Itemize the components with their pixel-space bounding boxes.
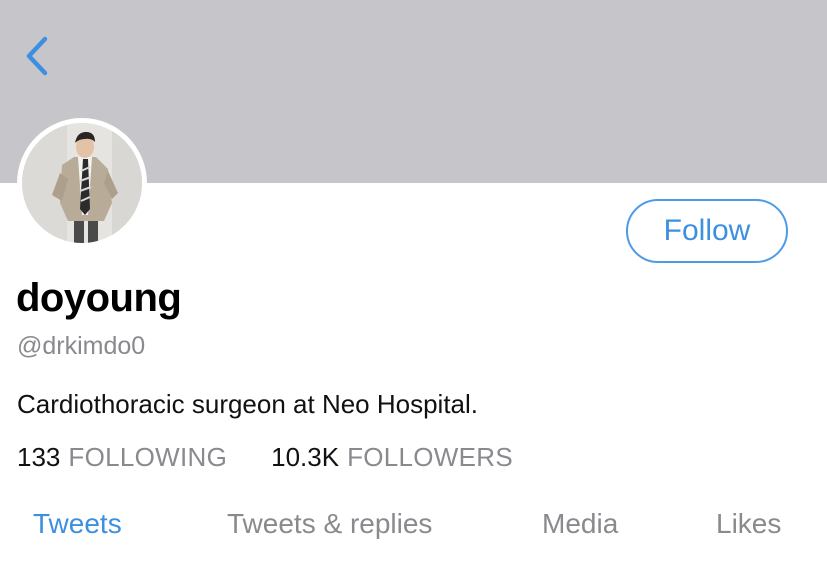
avatar-ring	[17, 118, 147, 248]
profile-tabs: Tweets Tweets & replies Media Likes	[0, 508, 827, 558]
profile-bio: Cardiothoracic surgeon at Neo Hospital.	[17, 389, 479, 419]
profile-screen: Follow doyoung @drkimdo0 Cardiothoracic …	[0, 0, 827, 566]
tab-tweets[interactable]: Tweets	[33, 508, 122, 540]
followers-label: FOLLOWERS	[347, 442, 514, 472]
tab-likes[interactable]: Likes	[716, 508, 781, 540]
followers-stat[interactable]: 10.3K FOLLOWERS	[271, 442, 513, 473]
followers-count: 10.3K	[271, 442, 340, 472]
following-count: 133	[17, 442, 61, 472]
following-label: FOLLOWING	[68, 442, 228, 472]
tab-tweets-and-replies[interactable]: Tweets & replies	[227, 508, 432, 540]
profile-stats: 133 FOLLOWING 10.3K FOLLOWERS	[17, 442, 513, 473]
tab-media[interactable]: Media	[542, 508, 618, 540]
user-handle: @drkimdo0	[17, 332, 146, 360]
avatar-photo	[22, 123, 142, 243]
following-stat[interactable]: 133 FOLLOWING	[17, 442, 227, 473]
display-name: doyoung	[16, 276, 182, 320]
back-button[interactable]	[18, 32, 58, 80]
follow-button[interactable]: Follow	[626, 199, 788, 263]
chevron-left-icon	[26, 36, 48, 76]
avatar[interactable]	[22, 123, 142, 243]
